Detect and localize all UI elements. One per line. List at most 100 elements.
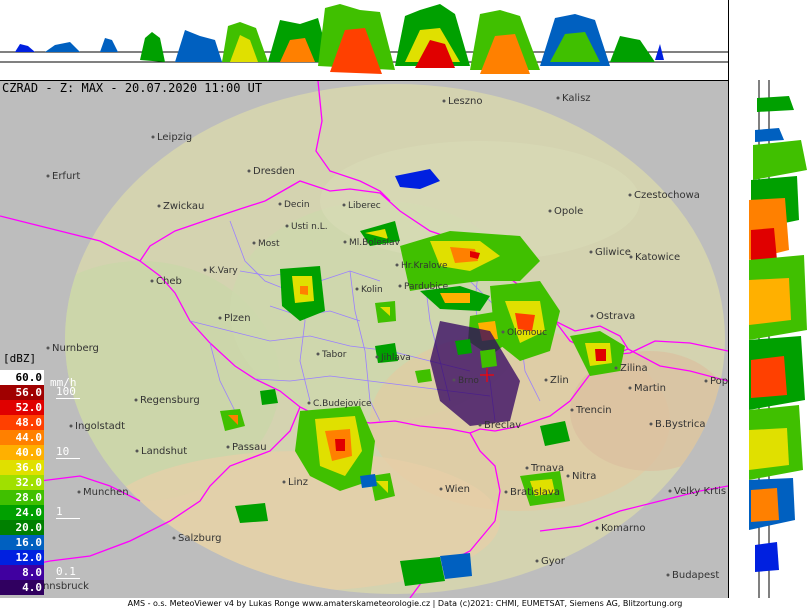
city-label: B.Bystrica [655, 419, 705, 430]
top-profile-echoes [15, 4, 664, 74]
city-marker [452, 378, 456, 382]
legend-level: 52.0 [0, 400, 44, 415]
city-label: Wien [445, 484, 470, 495]
city-label: Nurnberg [52, 343, 99, 354]
legend-unit: [dBZ] [3, 352, 37, 365]
city-label: Innsbruck [40, 581, 89, 592]
city-marker [570, 408, 574, 412]
city-marker [278, 202, 282, 206]
city-label: Zilina [620, 363, 648, 374]
city-label: Leszno [448, 96, 482, 107]
city-label: Komarno [601, 523, 645, 534]
city-marker [595, 526, 599, 530]
city-marker [649, 422, 653, 426]
city-label: Opole [554, 206, 583, 217]
city-label: Trnava [530, 463, 564, 474]
legend-level: 44.0 [0, 430, 44, 445]
legend-level: 56.0 [0, 385, 44, 400]
city-marker [203, 268, 207, 272]
city-marker [666, 573, 670, 577]
legend-level: 60.0 [0, 370, 44, 385]
city-label: Katowice [635, 252, 680, 263]
city-label: Passau [232, 442, 267, 453]
city-marker [355, 287, 359, 291]
city-marker [589, 250, 593, 254]
city-marker [548, 209, 552, 213]
city-marker [151, 135, 155, 139]
legend-rain-mark: 10 [56, 445, 80, 459]
city-label: C.Budejovice [313, 399, 372, 409]
city-label: Dresden [253, 166, 295, 177]
city-label: Trencin [575, 405, 612, 416]
city-marker [395, 263, 399, 267]
city-label: Hr.Kralove [401, 261, 448, 271]
city-label: Velky Krtis [674, 486, 726, 497]
city-label: Usti n.L. [291, 222, 328, 232]
city-label: Salzburg [178, 533, 221, 544]
city-marker [282, 480, 286, 484]
city-marker [316, 352, 320, 356]
city-label: Zlin [550, 375, 569, 386]
city-marker [46, 174, 50, 178]
city-marker [704, 379, 708, 383]
city-label: Linz [288, 477, 308, 488]
radar-map[interactable]: Leszno Kalisz Leipzig Dresden Erfurt Zwickau O… [0, 80, 745, 599]
city-label: Breclav [484, 420, 521, 431]
city-label: Brno [458, 376, 479, 386]
city-marker [77, 490, 81, 494]
city-marker [226, 445, 230, 449]
city-marker [478, 423, 482, 427]
city-marker [285, 224, 289, 228]
city-marker [439, 487, 443, 491]
city-marker [218, 316, 222, 320]
city-label: Budapest [672, 570, 719, 581]
city-label: Gyor [541, 556, 566, 567]
city-marker [307, 401, 311, 405]
city-label: Jihlava [380, 353, 411, 363]
city-marker [69, 424, 73, 428]
city-marker [150, 279, 154, 283]
side-profile-echoes [749, 96, 807, 572]
city-marker [614, 366, 618, 370]
city-label: Leipzig [157, 132, 192, 143]
city-marker [566, 474, 570, 478]
city-label: Zwickau [163, 201, 204, 212]
credits-footer: AMS - o.s. MeteoViewer v4 by Lukas Ronge… [0, 598, 810, 610]
side-vertical-profile [728, 0, 810, 598]
city-marker [46, 346, 50, 350]
city-label: Kolin [361, 285, 383, 295]
city-label: Ml.Boleslav [349, 238, 401, 248]
city-marker [252, 241, 256, 245]
legend-rain-mark: 0.1 [56, 565, 80, 579]
city-marker [172, 536, 176, 540]
city-marker [442, 99, 446, 103]
top-vertical-profile [0, 0, 728, 81]
legend-level: 20.0 [0, 520, 44, 535]
city-label: K.Vary [209, 266, 238, 276]
city-marker [628, 386, 632, 390]
city-label: Gliwice [595, 247, 631, 258]
city-marker [135, 449, 139, 453]
city-marker [504, 490, 508, 494]
city-marker [535, 559, 539, 563]
legend-level: 40.0 [0, 445, 44, 460]
map-title: CZRAD - Z: MAX - 20.07.2020 11:00 UT [2, 81, 263, 95]
city-label: Cheb [156, 276, 182, 287]
legend-level: 12.0 [0, 550, 44, 565]
city-label: Nitra [572, 471, 596, 482]
city-label: Martin [634, 383, 666, 394]
city-label: Ingolstadt [75, 421, 125, 432]
city-label: Czestochowa [634, 190, 700, 201]
legend-level: 32.0 [0, 475, 44, 490]
city-marker [343, 240, 347, 244]
city-marker [398, 284, 402, 288]
city-marker [375, 355, 379, 359]
city-label: Most [258, 239, 280, 249]
city-label: Ostrava [596, 311, 635, 322]
legend-rain-mark: 1 [56, 505, 80, 519]
city-label: Poprad [710, 376, 728, 387]
city-label: Tabor [321, 350, 347, 360]
city-label: Munchen [83, 487, 129, 498]
side-profile-graphic [749, 80, 807, 598]
radar-map-graphic: Leszno Kalisz Leipzig Dresden Erfurt Zwickau O… [0, 80, 745, 599]
